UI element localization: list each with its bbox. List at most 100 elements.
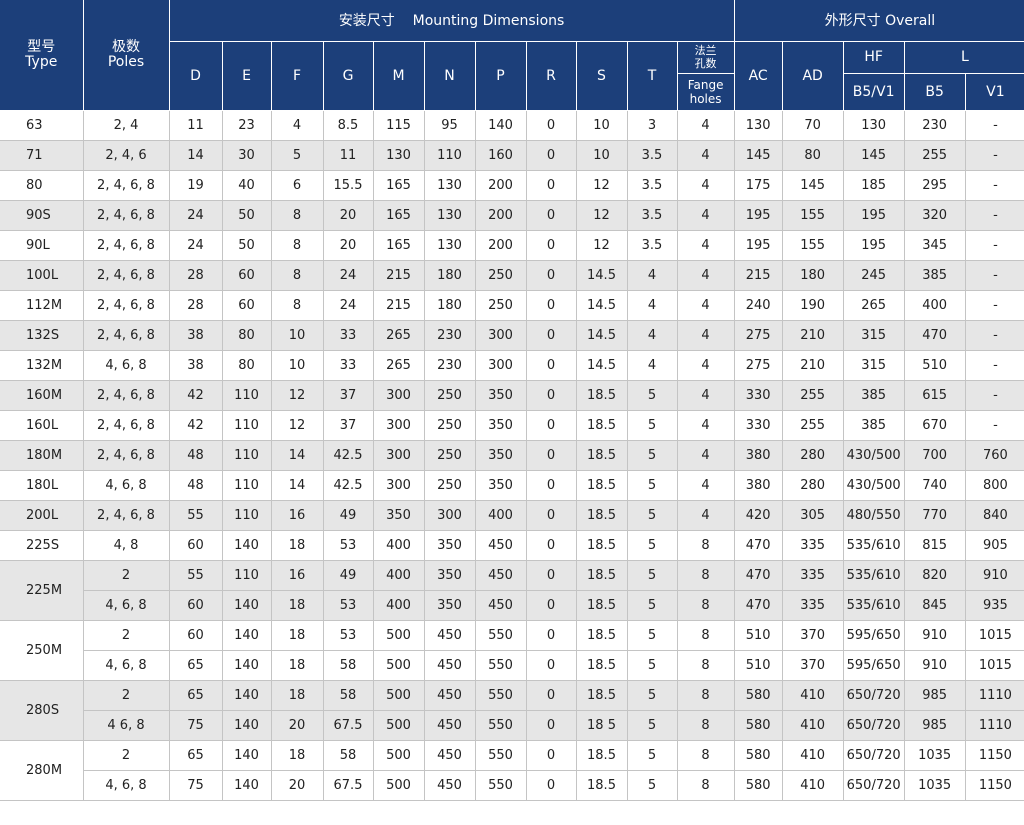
table-row: 250M 2 60 140 18 53 500 450 550 0 18.5 5 8 510 370 595/… xyxy=(0,620,1024,681)
cell-d: 60 xyxy=(169,590,223,621)
cell-r: 0 xyxy=(526,590,577,621)
poles-cell: 2, 4, 6, 8 xyxy=(83,290,170,321)
flange-holes-header-cn: 法兰 孔数 xyxy=(677,41,735,74)
cell-v1: - xyxy=(965,260,1024,291)
cell-p: 350 xyxy=(475,440,527,471)
cell-r: 0 xyxy=(526,320,577,351)
cell-s: 18.5 xyxy=(576,410,628,441)
cell-f: 18 xyxy=(271,620,324,651)
cell-s: 18.5 xyxy=(576,590,628,621)
cell-s: 14.5 xyxy=(576,290,628,321)
cell-v1: - xyxy=(965,170,1024,201)
cell-d: 65 xyxy=(169,650,223,681)
cell-p: 550 xyxy=(475,770,527,801)
cell-hf: 650/720 xyxy=(843,740,905,771)
cell-t: 5 xyxy=(627,410,678,441)
cell-ac: 275 xyxy=(734,320,783,351)
cell-s: 18.5 xyxy=(576,440,628,471)
cell-hf: 385 xyxy=(843,380,905,411)
cell-ac: 470 xyxy=(734,530,783,561)
cell-g: 37 xyxy=(323,410,374,441)
cell-e: 140 xyxy=(222,620,272,651)
cell-t: 5 xyxy=(627,380,678,411)
type-header-en: Type xyxy=(25,53,58,70)
cell-ad: 370 xyxy=(782,650,844,681)
cell-g: 37 xyxy=(323,380,374,411)
cell-d: 28 xyxy=(169,260,223,291)
cell-s: 18.5 xyxy=(576,380,628,411)
type-cell: 132M xyxy=(0,350,84,381)
cell-p: 550 xyxy=(475,740,527,771)
col-header-AD: AD xyxy=(782,41,844,111)
cell-n: 110 xyxy=(424,140,476,171)
cell-m: 300 xyxy=(373,380,425,411)
cell-s: 18.5 xyxy=(576,500,628,531)
type-cell: 280M xyxy=(0,740,84,801)
cell-holes: 8 xyxy=(677,740,735,771)
cell-p: 450 xyxy=(475,560,527,591)
cell-p: 550 xyxy=(475,650,527,681)
cell-m: 300 xyxy=(373,410,425,441)
type-header-cn: 型号 xyxy=(27,38,56,55)
cell-n: 350 xyxy=(424,530,476,561)
type-cell: 100L xyxy=(0,260,84,291)
cell-v1: - xyxy=(965,110,1024,141)
cell-r: 0 xyxy=(526,350,577,381)
cell-ac: 240 xyxy=(734,290,783,321)
cell-holes: 8 xyxy=(677,770,735,801)
col-header-HF: HF xyxy=(843,41,905,74)
cell-ad: 410 xyxy=(782,710,844,741)
cell-b5: 670 xyxy=(904,410,966,441)
cell-v1: 840 xyxy=(965,500,1024,531)
cell-holes: 4 xyxy=(677,320,735,351)
cell-n: 450 xyxy=(424,710,476,741)
cell-holes: 4 xyxy=(677,380,735,411)
cell-n: 130 xyxy=(424,170,476,201)
cell-b5: 910 xyxy=(904,650,966,681)
col-header-M: M xyxy=(373,41,425,111)
cell-e: 110 xyxy=(222,410,272,441)
cell-r: 0 xyxy=(526,470,577,501)
cell-t: 4 xyxy=(627,290,678,321)
cell-f: 8 xyxy=(271,200,324,231)
cell-holes: 4 xyxy=(677,350,735,381)
cell-r: 0 xyxy=(526,560,577,591)
cell-v1: 910 xyxy=(965,560,1024,591)
cell-v1: - xyxy=(965,140,1024,171)
cell-r: 0 xyxy=(526,770,577,801)
cell-e: 140 xyxy=(222,710,272,741)
cell-holes: 4 xyxy=(677,410,735,441)
cell-g: 33 xyxy=(323,320,374,351)
cell-holes: 8 xyxy=(677,680,735,711)
table-row: 180M 2, 4, 6, 8 48 110 14 42.5 300 250 350 0 18.5 5… xyxy=(0,440,1024,471)
cell-m: 400 xyxy=(373,530,425,561)
cell-d: 55 xyxy=(169,500,223,531)
cell-m: 500 xyxy=(373,680,425,711)
poles-cell: 2, 4, 6, 8 xyxy=(83,200,170,231)
cell-m: 215 xyxy=(373,290,425,321)
cell-n: 180 xyxy=(424,290,476,321)
poles-cell: 2, 4 xyxy=(83,110,170,141)
col-header-D: D xyxy=(169,41,223,111)
cell-v1: 1015 xyxy=(965,650,1024,681)
cell-holes: 4 xyxy=(677,110,735,141)
cell-holes: 4 xyxy=(677,260,735,291)
table-row: 280M 2 65 140 18 58 500 450 550 0 18.5 5 8 580 410 650/… xyxy=(0,740,1024,801)
cell-g: 33 xyxy=(323,350,374,381)
cell-ad: 335 xyxy=(782,560,844,591)
cell-s: 18.5 xyxy=(576,680,628,711)
cell-g: 42.5 xyxy=(323,440,374,471)
cell-holes: 8 xyxy=(677,650,735,681)
cell-ad: 255 xyxy=(782,380,844,411)
cell-ac: 510 xyxy=(734,620,783,651)
cell-v1: - xyxy=(965,200,1024,231)
col-header-L-V1: V1 xyxy=(965,73,1024,111)
table-row: 71 2, 4, 6 14 30 5 11 130 110 160 0 10 3.5 4 145 80 145… xyxy=(0,140,1024,171)
cell-r: 0 xyxy=(526,710,577,741)
cell-f: 18 xyxy=(271,650,324,681)
type-cell: 180M xyxy=(0,440,84,471)
cell-ad: 180 xyxy=(782,260,844,291)
table-body: 63 2, 4 11 23 4 8.5 115 95 140 0 10 3 4 130 70 130 230-7… xyxy=(0,110,1024,801)
cell-holes: 4 xyxy=(677,140,735,171)
cell-m: 500 xyxy=(373,620,425,651)
